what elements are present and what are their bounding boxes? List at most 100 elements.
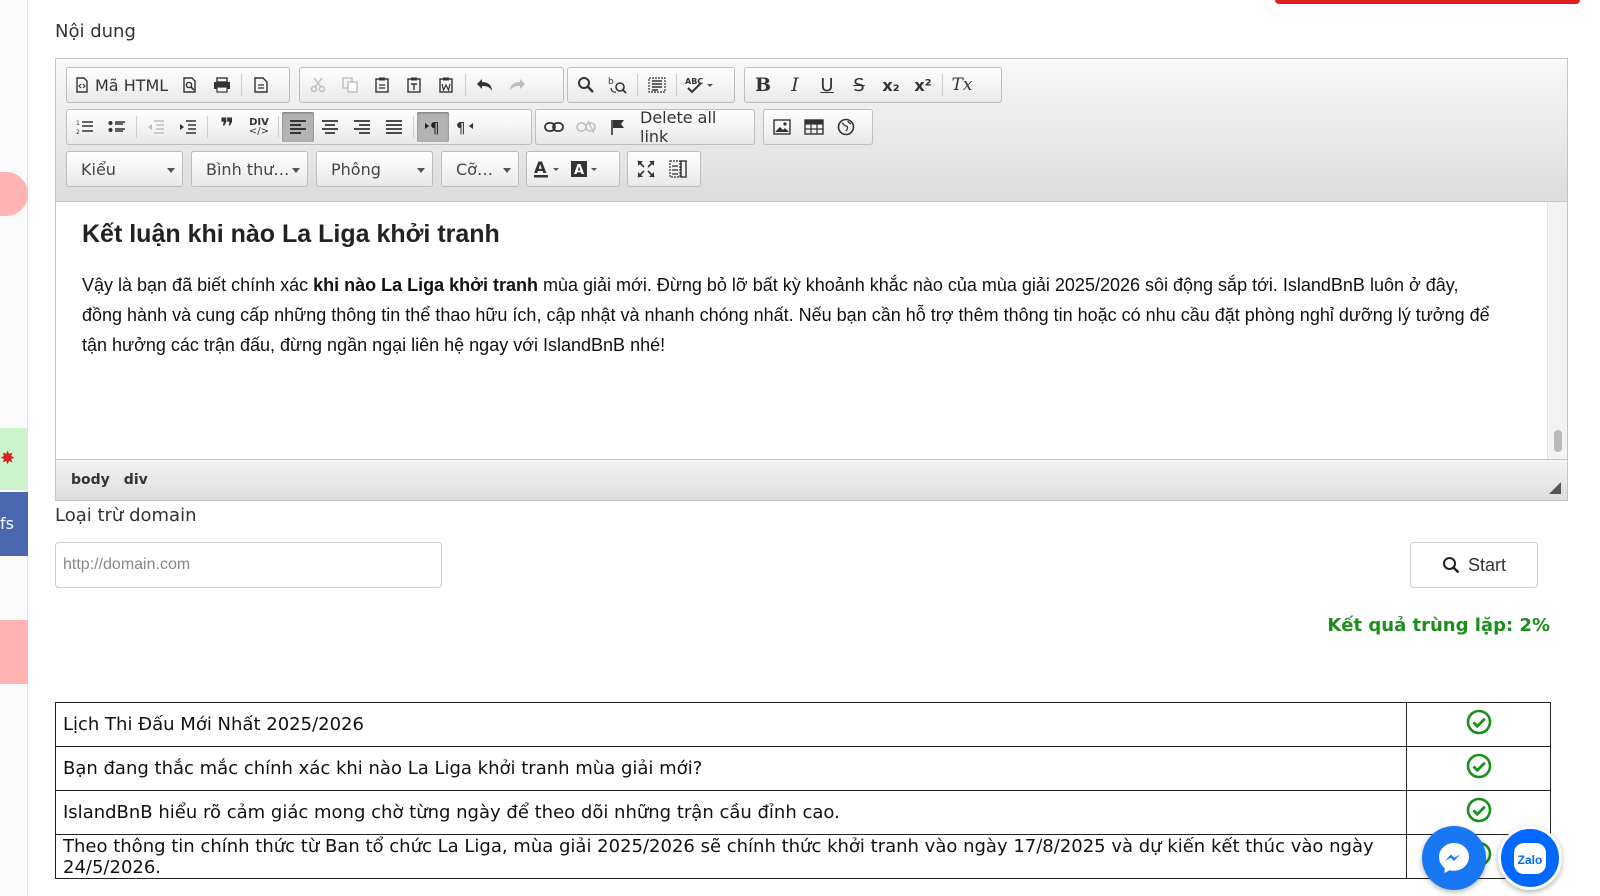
content-label: Nội dung <box>55 21 136 42</box>
font-combo[interactable]: Phông <box>316 151 433 187</box>
side-tab-pink-bottom[interactable] <box>0 620 28 684</box>
messenger-chat-button[interactable] <box>1422 826 1486 890</box>
remove-format-icon: Tx <box>951 75 973 95</box>
justify-button[interactable] <box>378 112 410 142</box>
source-icon <box>76 77 88 93</box>
row-text: Lịch Thi Đấu Mới Nhất 2025/2026 <box>55 702 1407 747</box>
paste-icon <box>375 77 389 93</box>
zalo-label: Zalo <box>1517 852 1543 867</box>
italic-button[interactable]: I <box>779 70 811 100</box>
link-button[interactable] <box>538 112 570 142</box>
start-button[interactable]: Start <box>1410 542 1538 588</box>
copy-button[interactable] <box>334 70 366 100</box>
chevron-down-icon <box>292 168 300 173</box>
unlink-button[interactable] <box>570 112 602 142</box>
editor-scrollbar[interactable] <box>1547 202 1567 459</box>
size-combo[interactable]: Cỡ… <box>441 151 519 187</box>
image-button[interactable] <box>766 112 798 142</box>
numbered-list-button[interactable]: 12 <box>69 112 101 142</box>
bold-label: B <box>754 74 772 96</box>
editor-content-area[interactable]: Kết luận khi nào La Liga khởi tranh Vậy … <box>56 202 1567 459</box>
paste-word-button[interactable] <box>430 70 462 100</box>
div-button[interactable]: DIV </> <box>243 112 275 142</box>
chevron-down-icon <box>503 168 511 173</box>
align-center-button[interactable] <box>314 112 346 142</box>
toolbar-separator <box>241 74 243 96</box>
preview-button[interactable] <box>174 70 206 100</box>
text-color-button[interactable]: A <box>529 154 567 184</box>
font-combo-label: Phông <box>331 159 381 179</box>
editor-toolbar: Mã HTML b ABC B I U S x₂ x² Tx 1 2 ❞ DIV… <box>56 59 1567 202</box>
underline-button[interactable]: U <box>811 70 843 100</box>
find-button[interactable] <box>570 70 602 100</box>
indent-button[interactable] <box>172 112 204 142</box>
table-row: Bạn đang thắc mắc chính xác khi nào La L… <box>55 746 1551 791</box>
maximize-button[interactable] <box>630 154 662 184</box>
replace-button[interactable]: b <box>602 70 634 100</box>
maximize-icon <box>637 160 655 178</box>
exclude-domain-input[interactable] <box>55 542 442 588</box>
bold-button[interactable]: B <box>747 70 779 100</box>
format-combo[interactable]: Bình thư… <box>191 151 308 187</box>
show-blocks-button[interactable] <box>662 154 694 184</box>
anchor-button[interactable] <box>602 112 634 142</box>
editor-elements-path: body div <box>56 459 1567 500</box>
path-element-body[interactable]: body <box>71 472 110 488</box>
svg-text:A: A <box>574 163 584 178</box>
table-button[interactable] <box>798 112 830 142</box>
toolbar-group-document: Mã HTML <box>66 67 290 103</box>
source-button-label: Mã HTML <box>95 75 169 95</box>
unlink-icon <box>576 120 596 134</box>
burst-icon: ✸ <box>0 448 16 469</box>
bg-color-button[interactable]: A <box>567 154 605 184</box>
zalo-icon: Zalo <box>1513 842 1547 874</box>
outdent-button[interactable] <box>140 112 172 142</box>
strike-button[interactable]: S <box>843 70 875 100</box>
print-icon <box>214 77 231 93</box>
zalo-chat-button[interactable]: Zalo <box>1498 826 1562 890</box>
cut-button[interactable] <box>302 70 334 100</box>
paste-button[interactable] <box>366 70 398 100</box>
redo-button[interactable] <box>501 70 533 100</box>
table-row: Theo thông tin chính thức từ Ban tổ chức… <box>55 834 1551 879</box>
spellcheck-button[interactable]: ABC <box>680 70 720 100</box>
templates-button[interactable] <box>245 70 277 100</box>
style-combo[interactable]: Kiểu <box>66 151 183 187</box>
svg-text:¶: ¶ <box>430 119 440 135</box>
resize-handle-icon[interactable] <box>1549 482 1561 494</box>
align-left-button[interactable] <box>282 112 314 142</box>
superscript-label: x² <box>914 75 932 95</box>
ltr-button[interactable]: ¶ <box>417 112 449 142</box>
duplicate-check-rows: Lịch Thi Đấu Mới Nhất 2025/2026 Bạn đang … <box>55 702 1551 879</box>
iframe-button[interactable] <box>830 112 862 142</box>
chevron-down-icon <box>167 168 175 173</box>
path-element-div[interactable]: div <box>124 472 148 488</box>
undo-button[interactable] <box>469 70 501 100</box>
div-brackets-icon: </> <box>248 126 270 137</box>
row-text: Bạn đang thắc mắc chính xác khi nào La L… <box>55 746 1407 791</box>
align-center-icon <box>322 120 338 134</box>
bulleted-list-button[interactable] <box>101 112 133 142</box>
align-right-button[interactable] <box>346 112 378 142</box>
remove-format-button[interactable]: Tx <box>946 70 978 100</box>
search-icon <box>1442 557 1460 574</box>
superscript-button[interactable]: x² <box>907 70 939 100</box>
subscript-button[interactable]: x₂ <box>875 70 907 100</box>
editor-scrollbar-thumb[interactable] <box>1554 430 1562 452</box>
toolbar-separator <box>136 116 137 138</box>
side-tab-green[interactable]: ✸ <box>0 428 28 490</box>
source-button[interactable]: Mã HTML <box>69 70 174 100</box>
delete-all-link-button[interactable]: Delete all link <box>634 108 752 146</box>
svg-text:2: 2 <box>76 129 80 135</box>
redo-icon <box>510 79 525 91</box>
top-action-button-edge[interactable] <box>1275 0 1580 4</box>
print-button[interactable] <box>206 70 238 100</box>
side-tab-facebook[interactable]: fs <box>0 492 28 556</box>
format-combo-label: Bình thư… <box>206 159 290 179</box>
blockquote-button[interactable]: ❞ <box>211 112 243 142</box>
paragraph-bold-keyword: khi nào La Liga khởi tranh <box>313 275 538 295</box>
rtl-button[interactable]: ¶ <box>449 112 481 142</box>
cut-icon <box>310 77 326 93</box>
select-all-button[interactable] <box>641 70 673 100</box>
paste-text-button[interactable] <box>398 70 430 100</box>
